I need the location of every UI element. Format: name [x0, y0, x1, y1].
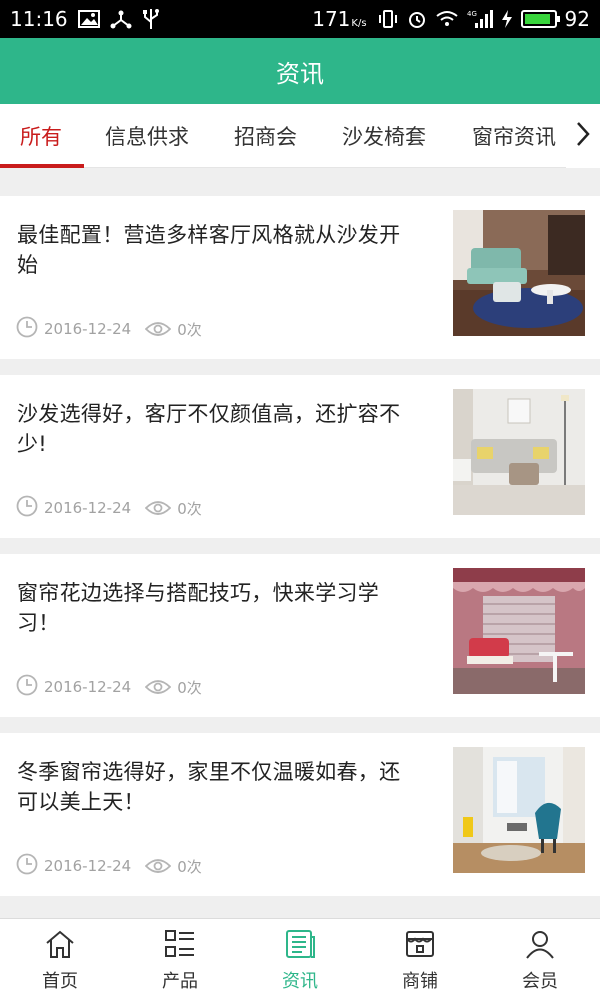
article-title[interactable]: 沙发选得好，客厅不仅颜值高，还扩容不少!: [17, 399, 417, 459]
tabs-scroll-right[interactable]: [566, 104, 600, 168]
nav-home-label: 首页: [42, 971, 78, 992]
article-thumbnail[interactable]: [453, 747, 585, 873]
svg-text:4G: 4G: [467, 10, 477, 18]
eye-icon: [145, 678, 172, 696]
status-bar: 11:16 171K/s 4G 92: [0, 0, 600, 38]
charging-icon: [501, 9, 513, 29]
clock-icon: [16, 495, 38, 521]
wifi-icon: [435, 10, 459, 28]
nav-member[interactable]: 会员: [480, 919, 600, 1000]
article-meta: 2016-12-24 0次: [16, 853, 202, 879]
nav-member-label: 会员: [522, 971, 558, 992]
alarm-icon: [407, 9, 427, 29]
article-item[interactable]: 冬季窗帘选得好，家里不仅温暖如春，还可以美上天！ 2016-12-24 0次: [0, 733, 600, 896]
article-date: 2016-12-24: [44, 320, 132, 338]
active-tab-indicator: [0, 164, 84, 168]
category-tabs: 所有 信息供求 招商会 沙发椅套 窗帘资讯: [0, 104, 600, 168]
article-item[interactable]: 窗帘花边选择与搭配技巧，快来学习学习！ 2016-12-24 0次: [0, 554, 600, 717]
nav-news-label: 资讯: [282, 971, 318, 992]
tab-investment[interactable]: 招商会: [234, 104, 297, 168]
tab-supply-demand[interactable]: 信息供求: [105, 104, 189, 168]
signal-icon: 4G: [467, 9, 493, 29]
clock-icon: [16, 853, 38, 879]
article-date: 2016-12-24: [44, 499, 132, 517]
home-icon: [44, 929, 76, 963]
usb-icon: [142, 8, 160, 30]
chevron-right-icon: [576, 121, 590, 151]
news-icon: [284, 929, 316, 963]
nav-stores[interactable]: 商铺: [360, 919, 480, 1000]
article-date: 2016-12-24: [44, 678, 132, 696]
article-title[interactable]: 窗帘花边选择与搭配技巧，快来学习学习！: [17, 578, 417, 638]
article-meta: 2016-12-24 0次: [16, 674, 202, 700]
share-notification-icon: [110, 9, 132, 29]
tab-all[interactable]: 所有: [20, 104, 62, 168]
article-meta: 2016-12-24 0次: [16, 495, 202, 521]
article-thumbnail[interactable]: [453, 568, 585, 694]
page-title-bar: 资讯: [0, 38, 600, 104]
page-title: 资讯: [276, 59, 324, 88]
eye-icon: [145, 320, 172, 338]
nav-news[interactable]: 资讯: [240, 919, 360, 1000]
battery-level: 92: [564, 7, 590, 31]
status-time: 11:16: [10, 7, 68, 31]
clock-icon: [16, 316, 38, 342]
article-views: 0次: [177, 499, 202, 518]
vibrate-icon: [377, 9, 399, 29]
nav-products-label: 产品: [162, 971, 198, 992]
gallery-notification-icon: [77, 10, 100, 28]
net-speed: 171K/s: [312, 7, 367, 31]
article-item[interactable]: 沙发选得好，客厅不仅颜值高，还扩容不少! 2016-12-24 0次: [0, 375, 600, 538]
tab-curtain-news[interactable]: 窗帘资讯: [472, 104, 556, 168]
bottom-nav: 首页 产品 资讯 商铺 会员: [0, 918, 600, 1000]
store-icon: [404, 929, 436, 963]
article-title[interactable]: 最佳配置！营造多样客厅风格就从沙发开始: [17, 220, 417, 280]
article-title[interactable]: 冬季窗帘选得好，家里不仅温暖如春，还可以美上天！: [17, 757, 417, 817]
net-speed-unit: K/s: [351, 18, 367, 29]
nav-products[interactable]: 产品: [120, 919, 240, 1000]
eye-icon: [145, 857, 172, 875]
article-meta: 2016-12-24 0次: [16, 316, 202, 342]
article-views: 0次: [177, 857, 202, 876]
nav-home[interactable]: 首页: [0, 919, 120, 1000]
member-icon: [524, 929, 556, 963]
tab-sofa-covers[interactable]: 沙发椅套: [342, 104, 426, 168]
battery-icon: [520, 10, 560, 28]
article-item[interactable]: 最佳配置！营造多样客厅风格就从沙发开始 2016-12-24 0次: [0, 196, 600, 359]
article-date: 2016-12-24: [44, 857, 132, 875]
nav-stores-label: 商铺: [402, 971, 438, 992]
article-thumbnail[interactable]: [453, 210, 585, 336]
article-views: 0次: [177, 678, 202, 697]
clock-icon: [16, 674, 38, 700]
article-views: 0次: [177, 320, 202, 339]
article-thumbnail[interactable]: [453, 389, 585, 515]
eye-icon: [145, 499, 172, 517]
product-list-icon: [164, 929, 196, 963]
